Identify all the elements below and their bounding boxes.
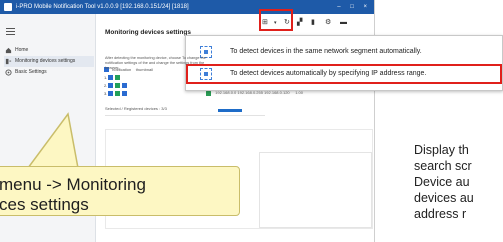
- row-checkbox[interactable]: [122, 83, 128, 89]
- menu-item-detect-same-segment[interactable]: To detect devices in the same network se…: [186, 42, 502, 62]
- more-icon[interactable]: ▬: [340, 19, 347, 26]
- sidebar-item-label: Home: [15, 47, 29, 53]
- window-title: i-PRO Mobile Notification Tool v1.0.0.9 …: [16, 4, 189, 10]
- page-description: After detecting the monitoring device, c…: [105, 56, 206, 70]
- sidebar-item-basic-settings[interactable]: Basic Settings: [4, 67, 94, 78]
- toolbar-highlight-box: [259, 9, 293, 31]
- sidebar-item-home[interactable]: Home: [4, 45, 94, 56]
- description-line: Device au: [414, 175, 470, 189]
- row-checkbox[interactable]: [108, 83, 114, 89]
- divider: [105, 115, 265, 116]
- detect-devices-dropdown: To detect devices in the same network se…: [185, 35, 503, 91]
- delete-icon[interactable]: ▮: [311, 19, 315, 26]
- menu-item-label: To detect devices in the same network se…: [230, 48, 422, 55]
- menu-item-detect-ip-range[interactable]: To detect devices automatically by speci…: [186, 64, 502, 84]
- page-title: Monitoring devices settings: [105, 29, 191, 36]
- description-line: Display th: [414, 143, 469, 157]
- preview-panel: [259, 152, 372, 228]
- row-index: 3.: [104, 91, 108, 96]
- sidebar-item-label: Basic Settings: [15, 69, 47, 75]
- title-bar: i-PRO Mobile Notification Tool v1.0.0.9 …: [0, 0, 374, 14]
- window-controls[interactable]: – □ ×: [337, 0, 371, 14]
- callout-box: menu -> Monitoring ces settings: [0, 166, 240, 216]
- row-checkbox[interactable]: [108, 91, 114, 97]
- row-checkbox[interactable]: [122, 91, 128, 97]
- devices-icon: [5, 58, 12, 65]
- step-description: Display th search scr Device au devices …: [414, 142, 503, 222]
- screenshot-stage: i-PRO Mobile Notification Tool v1.0.0.9 …: [0, 0, 503, 242]
- sidebar-item-monitoring-devices[interactable]: Monitoring devices settings: [4, 56, 94, 67]
- sidebar-item-label: Monitoring devices settings: [15, 58, 76, 64]
- selected-registered-count: Selected / Registered devices : 3/3: [105, 106, 167, 111]
- notification-toggle[interactable]: [115, 91, 121, 97]
- home-icon: [5, 47, 12, 54]
- apply-button[interactable]: [218, 109, 242, 112]
- notification-toggle[interactable]: [115, 83, 121, 89]
- callout-pointer: [27, 112, 79, 168]
- gear-icon: [5, 69, 12, 76]
- callout-text: menu -> Monitoring ces settings: [0, 175, 146, 214]
- row-index: 1.: [104, 75, 108, 80]
- settings-icon[interactable]: ⚙: [325, 19, 331, 26]
- hamburger-menu-icon[interactable]: [6, 28, 15, 35]
- menu-item-label: To detect devices automatically by speci…: [230, 70, 427, 77]
- description-line: address r: [414, 207, 467, 221]
- row-checkbox[interactable]: [108, 75, 114, 81]
- row-index: 2.: [104, 83, 108, 88]
- notification-toggle[interactable]: [115, 75, 121, 81]
- description-line: devices au: [414, 191, 474, 205]
- app-logo-icon: [4, 3, 12, 11]
- add-icon[interactable]: ▞: [297, 19, 302, 26]
- description-line: search scr: [414, 159, 472, 173]
